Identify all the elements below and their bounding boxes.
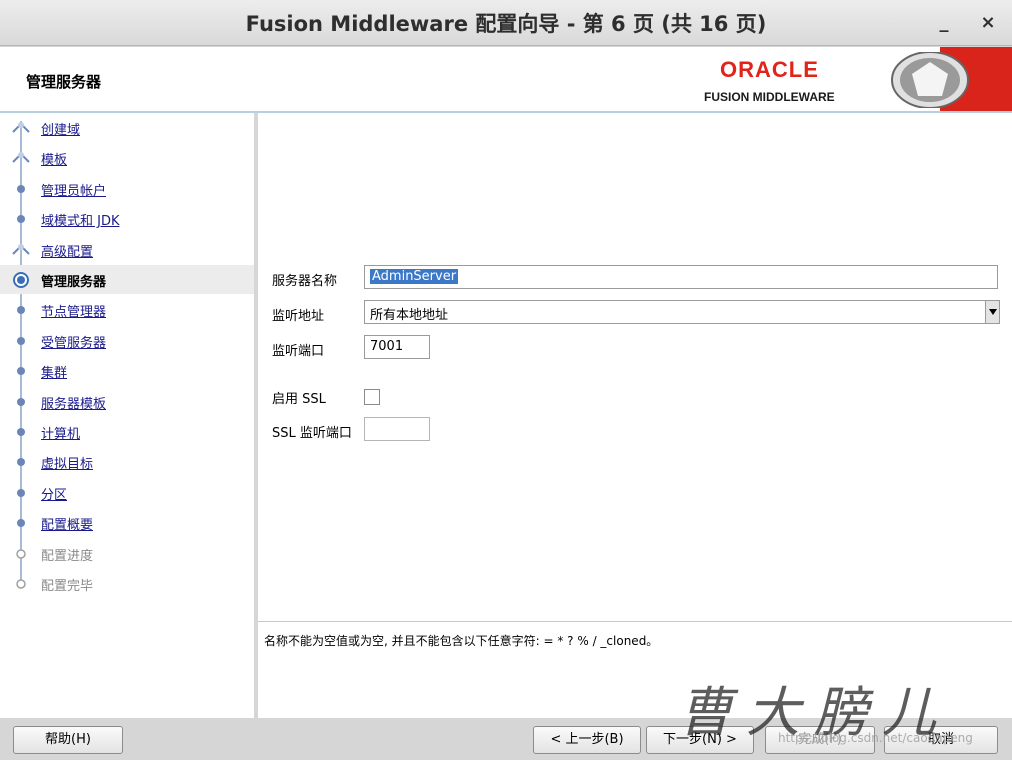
page-header: 管理服务器 ORACLE FUSION MIDDLEWARE xyxy=(0,47,1012,113)
step-pending-icon xyxy=(17,215,25,224)
step-label: 高级配置 xyxy=(41,244,94,260)
server-name-input[interactable]: AdminServer xyxy=(364,265,998,289)
step-label: 分区 xyxy=(41,487,68,503)
step-item: 配置完毕 xyxy=(0,569,254,598)
step-pending-icon xyxy=(17,397,25,406)
validation-message: 名称不能为空值或为空, 并且不能包含以下任意字符: = * ? % / _clo… xyxy=(264,634,659,648)
step-pending-icon xyxy=(17,336,25,345)
step-label: 管理员帐户 xyxy=(41,183,107,199)
step-item[interactable]: 管理服务器 xyxy=(0,265,254,294)
step-item[interactable]: 集群 xyxy=(0,356,254,385)
step-label: 受管服务器 xyxy=(41,335,107,351)
step-current-icon xyxy=(13,272,29,288)
step-label: 配置进度 xyxy=(41,548,94,564)
step-pending-icon xyxy=(17,306,25,315)
window-titlebar: Fusion Middleware 配置向导 - 第 6 页 (共 16 页) … xyxy=(0,0,1012,46)
window-title: Fusion Middleware 配置向导 - 第 6 页 (共 16 页) xyxy=(245,12,767,36)
step-pending-icon xyxy=(17,184,25,193)
oracle-logo: ORACLE xyxy=(720,57,819,82)
step-pending-icon xyxy=(17,428,25,436)
step-item[interactable]: 虚拟目标 xyxy=(0,447,254,476)
fusion-middleware-label: FUSION MIDDLEWARE xyxy=(704,90,835,104)
step-pending-icon xyxy=(17,519,25,528)
server-name-label: 服务器名称 xyxy=(272,274,338,289)
listen-port-input[interactable]: 7001 xyxy=(364,335,430,359)
step-item[interactable]: 高级配置 xyxy=(0,235,254,264)
listen-address-label: 监听地址 xyxy=(272,309,325,324)
enable-ssl-checkbox[interactable] xyxy=(364,389,380,405)
step-pending-icon xyxy=(17,367,25,376)
step-label: 模板 xyxy=(41,153,68,169)
step-label: 创建域 xyxy=(41,123,81,138)
watermark-url: https://blog.csdn.net/caodapeng xyxy=(778,731,973,745)
step-label: 配置完毕 xyxy=(41,579,94,594)
step-item[interactable]: 管理员帐户 xyxy=(0,174,254,203)
close-button[interactable]: × xyxy=(976,12,1000,33)
wizard-steps-sidebar: 创建域模板管理员帐户域模式和 JDK 高级配置管理服务器节点管理器受管服务器集群服… xyxy=(0,113,254,718)
step-done-icon xyxy=(12,243,30,255)
step-pending-icon xyxy=(17,458,25,467)
step-item[interactable]: 受管服务器 xyxy=(0,326,254,355)
listen-port-value: 7001 xyxy=(370,339,404,354)
step-label: 节点管理器 xyxy=(41,305,107,321)
listen-port-label: 监听端口 xyxy=(272,344,325,359)
back-button[interactable]: < 上一步(B) xyxy=(533,726,641,754)
pentagon-logo-icon xyxy=(891,52,969,108)
step-pending-icon xyxy=(17,488,25,497)
step-label: 域模式和 JDK xyxy=(41,214,120,230)
help-button[interactable]: 帮助(H) xyxy=(13,726,123,754)
step-item[interactable]: 分区 xyxy=(0,478,254,507)
step-item[interactable]: 配置概要 xyxy=(0,508,254,537)
step-label: 配置概要 xyxy=(41,518,94,534)
step-done-icon xyxy=(12,122,30,133)
listen-address-value: 所有本地地址 xyxy=(370,308,449,323)
page-title: 管理服务器 xyxy=(26,73,102,91)
step-item[interactable]: 服务器模板 xyxy=(0,387,254,416)
main-content: 服务器名称 AdminServer 监听地址 所有本地地址 监听端口 7001 … xyxy=(258,113,1012,621)
step-future-icon xyxy=(16,579,26,589)
ssl-port-input[interactable] xyxy=(364,417,430,441)
step-item: 配置进度 xyxy=(0,539,254,568)
enable-ssl-label: 启用 SSL xyxy=(272,392,326,407)
step-item[interactable]: 节点管理器 xyxy=(0,295,254,324)
step-label: 集群 xyxy=(41,366,68,382)
chevron-down-icon[interactable] xyxy=(985,301,999,323)
ssl-port-label: SSL 监听端口 xyxy=(272,426,352,441)
step-item[interactable]: 域模式和 JDK xyxy=(0,204,254,233)
step-label: 虚拟目标 xyxy=(41,457,94,473)
step-label: 服务器模板 xyxy=(41,396,107,412)
step-done-icon xyxy=(12,152,30,164)
step-future-icon xyxy=(16,548,26,559)
listen-address-select[interactable]: 所有本地地址 xyxy=(364,300,1000,324)
step-label: 管理服务器 xyxy=(41,275,107,290)
minimize-button[interactable]: _ xyxy=(932,12,956,33)
step-item[interactable]: 创建域 xyxy=(0,113,254,142)
step-item[interactable]: 模板 xyxy=(0,143,254,172)
server-name-value: AdminServer xyxy=(370,269,459,284)
step-item[interactable]: 计算机 xyxy=(0,417,254,446)
step-label: 计算机 xyxy=(41,427,81,442)
